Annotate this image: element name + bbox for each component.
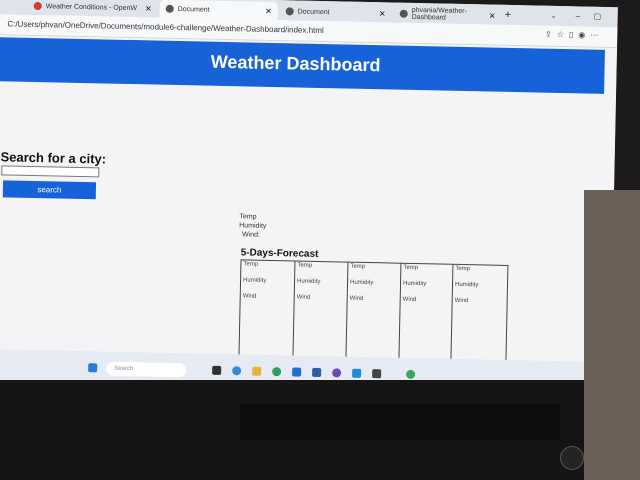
maximize-icon[interactable]: ▢ [594,12,602,21]
page-title: Weather Dashboard [0,36,605,94]
search-button[interactable]: search [2,180,97,200]
forecast-temp: Temp [243,261,259,268]
tab-label: Document [297,7,330,16]
close-icon[interactable]: ✕ [489,11,496,20]
edge-icon[interactable] [232,366,242,376]
forecast-title: 5-Days-Forecast [240,247,319,260]
forecast-wind: Wind [402,296,417,304]
current-weather: Temp Humidity Wind: [239,212,267,240]
forecast-temp: Temp [455,265,471,273]
forecast-humidity: Humidity [349,279,374,287]
chrome-icon[interactable] [272,367,282,377]
vscode-icon[interactable] [352,368,362,378]
forecast-wind: Wind [296,294,311,301]
forecast-temp: Temp [403,264,419,272]
forecast-wind: Wind [454,297,469,305]
task-view-icon[interactable] [212,365,222,375]
current-wind: Wind: [241,231,260,239]
laptop-hinge [240,404,560,440]
chevron-down-icon[interactable]: ⌄ [551,12,557,20]
app-icon[interactable] [332,368,342,378]
app-icon[interactable] [312,367,322,378]
app-icon[interactable] [406,369,416,380]
laptop-screen: Weather Conditions - OpenW ✕ Document ✕ … [0,0,618,400]
url-text[interactable]: C:/Users/phvan/OneDrive/Documents/module… [7,19,324,35]
forecast-humidity: Humidity [242,277,267,284]
new-tab-button[interactable]: + [505,9,512,21]
background-cloth [584,190,640,480]
file-explorer-icon[interactable] [252,366,262,376]
tab-label: Document [177,5,210,14]
close-icon[interactable]: ✕ [379,9,386,18]
close-icon[interactable]: ✕ [265,6,272,15]
tab-github[interactable]: phvania/Weather-Dashboard ✕ [393,5,501,25]
red-circle-icon [33,1,42,11]
forecast-humidity: Humidity [296,278,321,286]
minimize-icon[interactable]: – [576,11,581,20]
forecast-wind: Wind [349,295,364,302]
close-icon[interactable]: ✕ [145,4,152,13]
tab-label: phvania/Weather-Dashboard [411,6,467,22]
tab-label: Weather Conditions - OpenW [45,2,138,12]
windows-start-icon[interactable] [88,363,98,373]
terminal-icon[interactable] [372,369,382,379]
toolbar-icons[interactable]: ⇪☆▯◉⋯ [545,30,603,40]
search-label: Search for a city: [0,149,107,167]
tab-document-2[interactable]: Document ✕ [280,2,392,22]
globe-icon [285,7,294,16]
store-icon[interactable] [292,367,302,377]
city-search-input[interactable] [1,165,100,178]
taskbar-search[interactable]: Search [106,361,187,378]
forecast-temp: Temp [350,263,366,270]
github-icon [399,9,408,18]
forecast-temp: Temp [297,262,313,269]
forecast-wind: Wind [242,293,257,300]
globe-icon [165,4,174,13]
web-page: Weather Dashboard Search for a city: sea… [0,34,618,400]
forecast-humidity: Humidity [454,281,479,289]
forecast-humidity: Humidity [402,280,427,288]
power-button-icon [560,446,584,470]
